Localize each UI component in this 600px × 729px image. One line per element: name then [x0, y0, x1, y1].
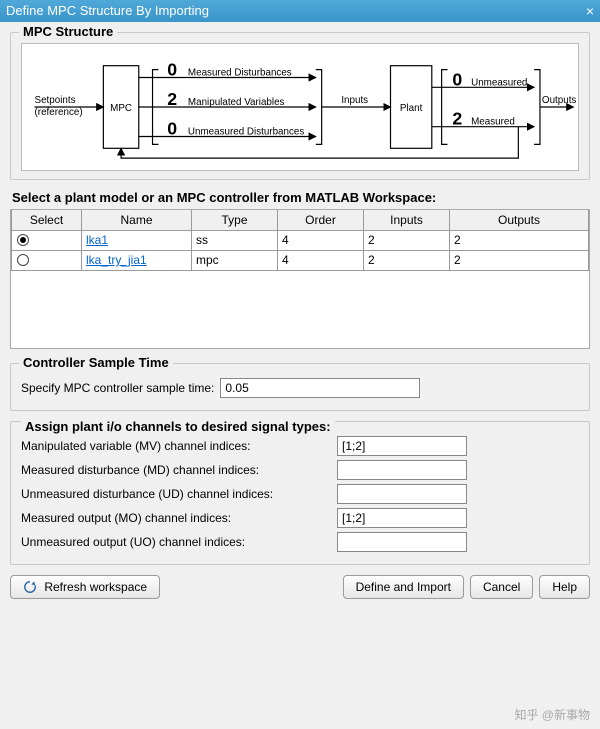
svg-text:2: 2	[452, 109, 462, 129]
window-title: Define MPC Structure By Importing	[6, 0, 209, 22]
md-input[interactable]	[337, 460, 467, 480]
sample-time-group: Controller Sample Time Specify MPC contr…	[10, 363, 590, 411]
mo-label: Measured output (MO) channel indices:	[21, 511, 331, 525]
watermark: 知乎 @新事物	[514, 706, 590, 723]
help-button[interactable]: Help	[539, 575, 590, 599]
row-name[interactable]: lka_try_jia1	[82, 250, 192, 270]
row-select[interactable]	[12, 230, 82, 250]
assign-group: Assign plant i/o channels to desired sig…	[10, 421, 590, 565]
svg-text:MPC: MPC	[110, 103, 132, 114]
svg-text:Manipulated Variables: Manipulated Variables	[188, 97, 285, 108]
ud-label: Unmeasured disturbance (UD) channel indi…	[21, 487, 331, 501]
svg-text:Plant: Plant	[400, 103, 423, 114]
mpc-structure-diagram: MPC Plant Setpoints (reference) 0 Measur…	[21, 43, 579, 171]
mv-input[interactable]	[337, 436, 467, 456]
svg-text:Unmeasured: Unmeasured	[471, 77, 527, 88]
mpc-structure-label: MPC Structure	[19, 24, 117, 39]
refresh-label: Refresh workspace	[44, 580, 147, 594]
uo-input[interactable]	[337, 532, 467, 552]
sample-time-group-label: Controller Sample Time	[19, 355, 173, 370]
svg-text:Inputs: Inputs	[341, 95, 368, 106]
workspace-table: Select Name Type Order Inputs Outputs lk…	[10, 209, 590, 349]
col-inputs: Inputs	[364, 210, 450, 230]
table-row[interactable]: lka_try_jia1mpc422	[12, 250, 589, 270]
row-order: 4	[278, 250, 364, 270]
col-order: Order	[278, 210, 364, 230]
define-import-button[interactable]: Define and Import	[343, 575, 464, 599]
assign-heading: Assign plant i/o channels to desired sig…	[21, 419, 335, 434]
mpc-structure-group: MPC Structure MPC Plant	[10, 32, 590, 180]
row-name[interactable]: lka1	[82, 230, 192, 250]
md-label: Measured disturbance (MD) channel indice…	[21, 463, 331, 477]
table-row[interactable]: lka1ss422	[12, 230, 589, 250]
svg-text:Outputs: Outputs	[542, 95, 577, 106]
svg-text:Setpoints: Setpoints	[35, 95, 76, 106]
row-inputs: 2	[364, 250, 450, 270]
svg-text:Measured: Measured	[471, 117, 515, 128]
svg-text:2: 2	[167, 89, 177, 109]
svg-text:Measured Disturbances: Measured Disturbances	[188, 68, 292, 79]
svg-text:0: 0	[452, 69, 462, 89]
close-icon[interactable]: ×	[586, 0, 594, 22]
ud-input[interactable]	[337, 484, 467, 504]
row-outputs: 2	[450, 230, 589, 250]
cancel-button[interactable]: Cancel	[470, 575, 533, 599]
col-select: Select	[12, 210, 82, 230]
uo-label: Unmeasured output (UO) channel indices:	[21, 535, 331, 549]
title-bar: Define MPC Structure By Importing ×	[0, 0, 600, 22]
refresh-button[interactable]: Refresh workspace	[10, 575, 160, 599]
row-select[interactable]	[12, 250, 82, 270]
svg-text:0: 0	[167, 119, 177, 139]
svg-text:0: 0	[167, 60, 177, 80]
sample-time-label: Specify MPC controller sample time:	[21, 381, 214, 395]
svg-text:Unmeasured Disturbances: Unmeasured Disturbances	[188, 127, 304, 138]
row-outputs: 2	[450, 250, 589, 270]
col-type: Type	[192, 210, 278, 230]
svg-text:(reference): (reference)	[35, 107, 83, 118]
col-outputs: Outputs	[450, 210, 589, 230]
sample-time-input[interactable]	[220, 378, 420, 398]
col-name: Name	[82, 210, 192, 230]
row-type: mpc	[192, 250, 278, 270]
mv-label: Manipulated variable (MV) channel indice…	[21, 439, 331, 453]
select-heading: Select a plant model or an MPC controlle…	[12, 190, 590, 205]
refresh-icon	[23, 580, 37, 594]
row-type: ss	[192, 230, 278, 250]
row-inputs: 2	[364, 230, 450, 250]
mo-input[interactable]	[337, 508, 467, 528]
row-order: 4	[278, 230, 364, 250]
